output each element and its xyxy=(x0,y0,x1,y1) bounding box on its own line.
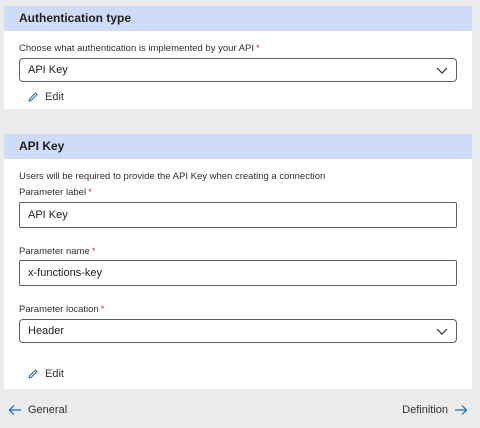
pencil-icon xyxy=(28,92,38,102)
auth-type-prompt: Choose what authentication is implemente… xyxy=(19,43,260,54)
required-mark: * xyxy=(256,43,260,54)
api-key-card: API Key Users will be required to provid… xyxy=(4,134,472,389)
arrow-right-icon xyxy=(455,405,468,415)
api-key-edit-button[interactable]: Edit xyxy=(27,367,64,381)
param-label-label-text: Parameter label xyxy=(19,187,87,198)
api-key-description: Users will be required to provide the AP… xyxy=(19,171,326,182)
param-label-input[interactable]: API Key xyxy=(19,202,457,228)
next-definition-button[interactable]: Definition xyxy=(402,404,468,416)
required-mark: * xyxy=(91,246,96,257)
param-name-input[interactable]: x-functions-key xyxy=(19,260,457,286)
auth-type-prompt-text: Choose what authentication is implemente… xyxy=(19,43,254,54)
auth-type-selected: API Key xyxy=(28,64,68,76)
param-name-label: Parameter name * xyxy=(19,246,95,257)
required-mark: * xyxy=(100,304,105,315)
chevron-down-icon xyxy=(436,67,448,74)
edit-label: Edit xyxy=(45,91,64,103)
next-label: Definition xyxy=(402,404,448,416)
param-location-selected: Header xyxy=(28,325,65,337)
edit-label: Edit xyxy=(45,368,64,380)
param-label-label: Parameter label * xyxy=(19,187,92,198)
auth-type-header: Authentication type xyxy=(4,6,472,31)
auth-type-card: Authentication type Choose what authenti… xyxy=(4,6,472,109)
param-location-dropdown[interactable]: Header xyxy=(19,319,457,343)
param-location-label-text: Parameter location xyxy=(19,304,99,315)
auth-type-dropdown[interactable]: API Key xyxy=(19,58,457,82)
back-general-button[interactable]: General xyxy=(8,404,67,416)
back-label: General xyxy=(28,404,68,416)
api-key-header: API Key xyxy=(4,134,472,159)
pencil-icon xyxy=(28,369,38,379)
param-name-value: x-functions-key xyxy=(28,267,102,279)
wizard-footer: General Definition xyxy=(0,398,480,422)
chevron-down-icon xyxy=(436,328,448,335)
required-mark: * xyxy=(88,187,92,198)
param-label-value: API Key xyxy=(28,209,68,221)
param-location-label: Parameter location * xyxy=(19,304,104,315)
param-name-label-text: Parameter name xyxy=(19,246,90,257)
auth-type-edit-button[interactable]: Edit xyxy=(27,90,64,104)
arrow-left-icon xyxy=(8,405,21,415)
